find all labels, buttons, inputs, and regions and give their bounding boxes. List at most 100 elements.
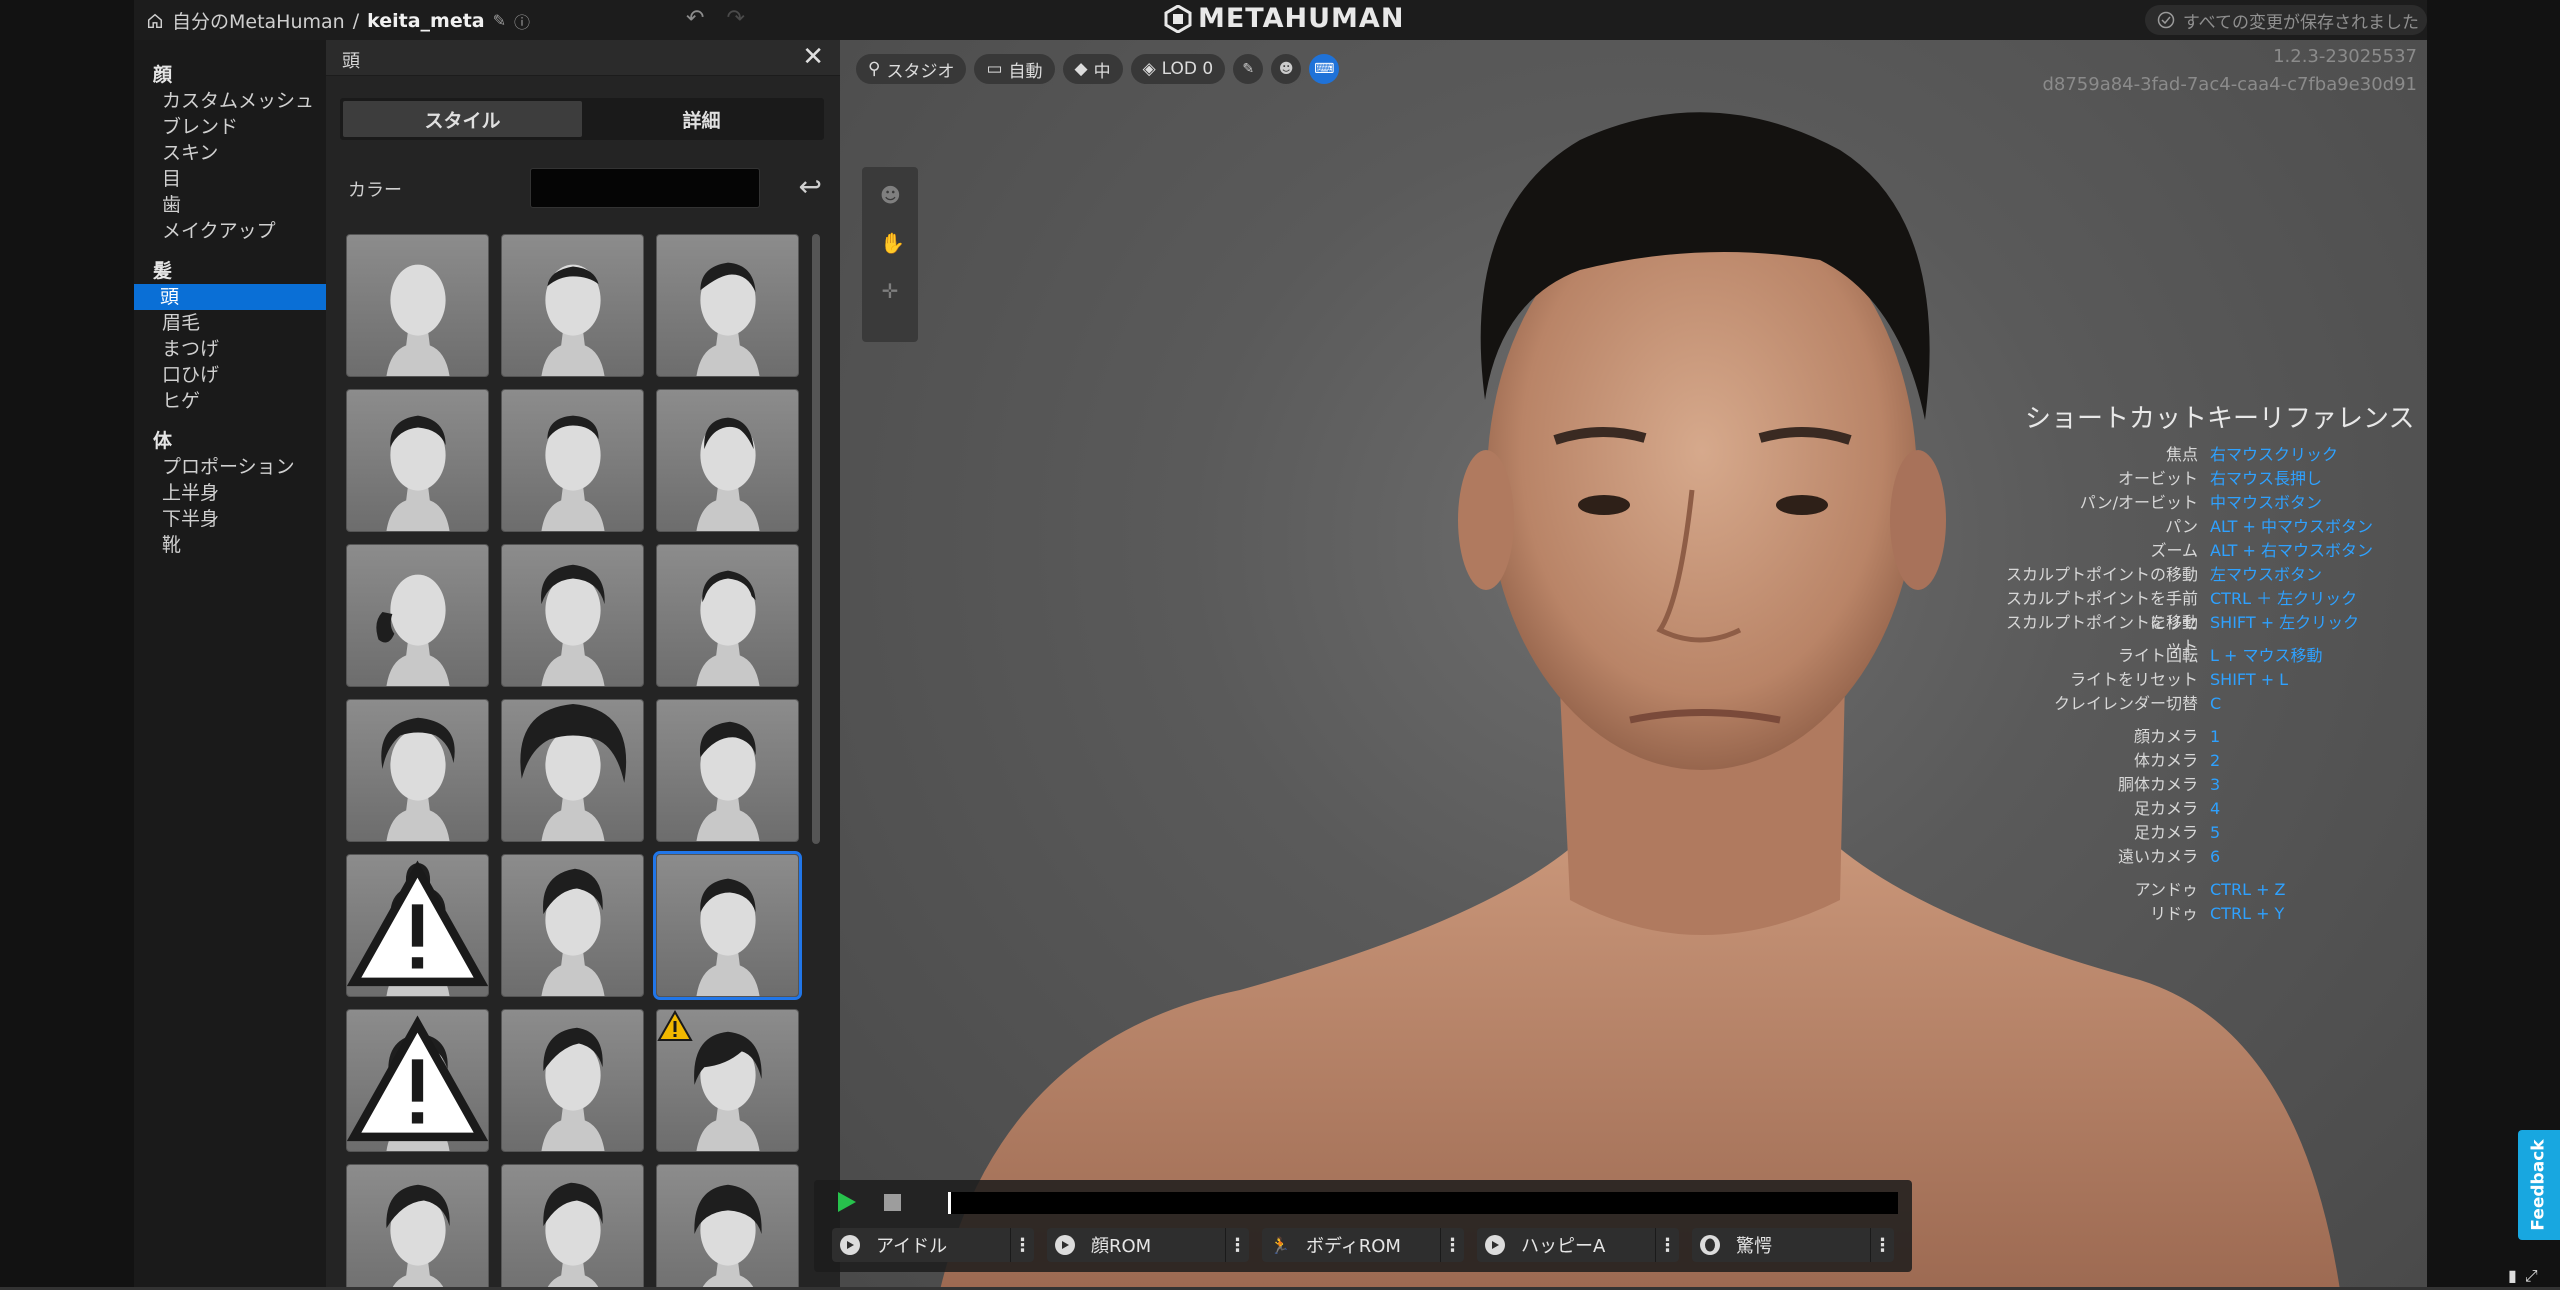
color-swatch[interactable] [530, 168, 760, 208]
close-icon[interactable]: ✕ [802, 42, 824, 72]
shortcut-key: L + マウス移動 [2210, 646, 2323, 665]
shortcut-action: パン [2165, 517, 2198, 536]
anim-button-surprise[interactable]: 驚愕 ⋮ [1692, 1228, 1894, 1262]
tab-details[interactable]: 詳細 [582, 101, 821, 137]
project-name: keita_meta [367, 9, 485, 32]
hair-style-tile[interactable] [346, 1009, 489, 1152]
breadcrumb-separator: / [352, 9, 360, 32]
quality-button[interactable]: ◆ 中 [1062, 54, 1123, 84]
hand-move-icon[interactable]: ✋ [880, 231, 905, 255]
environment-button[interactable]: ⚲ スタジオ [856, 54, 967, 84]
feedback-label: Feedback [2529, 1139, 2549, 1231]
more-vertical-icon[interactable]: ⋮ [1870, 1228, 1894, 1262]
hair-style-tile[interactable] [656, 1009, 799, 1152]
viewport[interactable]: ⚲ スタジオ ▭ 自動 ◆ 中 ◈ LOD 0 ✎ ☻ ⌨ 1.2.3-23025537… [840, 40, 2427, 1290]
stats-icon[interactable]: ▮ [2508, 1266, 2517, 1286]
reset-arrow-icon[interactable]: ↩ [799, 170, 822, 203]
hair-style-tile[interactable] [501, 234, 644, 377]
hair-style-tile[interactable] [346, 544, 489, 687]
breadcrumb-root[interactable]: 自分のMetaHuman [172, 7, 345, 34]
nav-item-beard[interactable]: ヒゲ [134, 388, 326, 414]
more-vertical-icon[interactable]: ⋮ [1225, 1228, 1249, 1262]
metahuman-logo: METAHUMAN [1164, 3, 1404, 34]
shortcut-action: ライト回転 [2117, 646, 2198, 665]
camera-button[interactable]: ▭ 自動 [974, 54, 1055, 84]
redo-icon[interactable]: ↷ [726, 6, 744, 31]
nav-item-eyebrows[interactable]: 眉毛 [134, 310, 326, 336]
nav-item-head-hair[interactable]: 頭 [134, 284, 326, 310]
lod-button[interactable]: ◈ LOD 0 [1130, 54, 1226, 84]
viewport-toolbar: ⚲ スタジオ ▭ 自動 ◆ 中 ◈ LOD 0 ✎ ☻ ⌨ [856, 54, 1340, 84]
anim-button-body-rom[interactable]: 🏃 ボディROM ⋮ [1262, 1228, 1464, 1262]
anim-button-happy-a[interactable]: ハッピーA ⋮ [1477, 1228, 1679, 1262]
anim-button-face-rom[interactable]: 顔ROM ⋮ [1047, 1228, 1249, 1262]
nav-item-eyes[interactable]: 目 [134, 166, 326, 192]
hair-style-tile[interactable] [656, 389, 799, 532]
shortcut-action: 体カメラ [2133, 751, 2198, 770]
hair-style-tile[interactable] [501, 854, 644, 997]
lod-label: LOD 0 [1161, 59, 1214, 79]
more-vertical-icon[interactable]: ⋮ [1440, 1228, 1464, 1262]
panel-tabs: スタイル 詳細 [340, 98, 824, 140]
hair-style-tile[interactable] [501, 699, 644, 842]
nav-item-proportions[interactable]: プロポーション [134, 454, 326, 480]
nav-item-blend[interactable]: ブレンド [134, 114, 326, 140]
hair-style-tile[interactable] [346, 1164, 489, 1290]
brush-icon[interactable]: ✎ [1233, 54, 1264, 84]
tab-style[interactable]: スタイル [343, 101, 582, 137]
shortcut-key: 3 [2210, 775, 2221, 794]
hair-style-thumbnail [386, 415, 450, 531]
animation-timeline[interactable] [948, 1192, 1898, 1214]
hair-style-tile[interactable] [501, 389, 644, 532]
nav-item-skin[interactable]: スキン [134, 140, 326, 166]
nav-item-lower-body[interactable]: 下半身 [134, 506, 326, 532]
anim-button-idle[interactable]: アイドル ⋮ [832, 1228, 1034, 1262]
more-vertical-icon[interactable]: ⋮ [1655, 1228, 1679, 1262]
nav-item-makeup[interactable]: メイクアップ [134, 218, 326, 244]
hair-style-thumbnail [694, 1184, 762, 1290]
pencil-icon[interactable]: ✎ [493, 11, 506, 30]
layers-icon: ◈ [1142, 59, 1156, 79]
stop-icon[interactable] [884, 1194, 901, 1211]
nav-item-teeth[interactable]: 歯 [134, 192, 326, 218]
hair-style-tile[interactable] [346, 699, 489, 842]
hair-style-tile[interactable] [346, 234, 489, 377]
hair-style-tile[interactable] [656, 234, 799, 377]
help-circle-icon[interactable]: ⓘ [514, 9, 530, 33]
shortcut-action: クレイレンダー切替 [2053, 694, 2198, 713]
shortcut-row: ズーム ALT + 右マウスボタン [1995, 539, 2427, 563]
shortcut-row: パン/オービット 中マウスボタン [1995, 491, 2427, 515]
play-icon[interactable] [838, 1192, 856, 1212]
nav-item-mustache[interactable]: 口ひげ [134, 362, 326, 388]
fullscreen-icon[interactable]: ⤢ [2525, 1266, 2538, 1286]
undo-icon[interactable]: ↶ [686, 6, 704, 31]
head-icon[interactable]: ☻ [1271, 54, 1302, 84]
nav-item-custom-mesh[interactable]: カスタムメッシュ [134, 88, 326, 114]
nav-section-body: 体 [153, 430, 173, 452]
face-select-icon[interactable]: ☻ [880, 183, 901, 207]
hair-style-tile[interactable] [346, 854, 489, 997]
hair-style-tile[interactable] [501, 1009, 644, 1152]
shortcut-action: リドゥ [2149, 904, 2198, 923]
hair-style-tile[interactable] [653, 851, 802, 1000]
play-circle-icon [840, 1235, 860, 1255]
diamond-icon: ◆ [1074, 59, 1088, 79]
shortcut-key: 右マウス長押し [2210, 469, 2323, 488]
hair-style-tile[interactable] [346, 389, 489, 532]
hair-style-tile[interactable] [501, 544, 644, 687]
camera-icon: ▭ [986, 59, 1003, 79]
move-arrows-icon[interactable]: ✛ [880, 279, 900, 303]
hair-style-tile[interactable] [501, 1164, 644, 1290]
warning-icon [347, 860, 488, 987]
nav-item-shoes[interactable]: 靴 [134, 532, 326, 558]
more-vertical-icon[interactable]: ⋮ [1010, 1228, 1034, 1262]
home-icon[interactable] [146, 12, 164, 30]
hair-style-tile[interactable] [656, 1164, 799, 1290]
hair-style-tile[interactable] [656, 544, 799, 687]
nav-item-upper-body[interactable]: 上半身 [134, 480, 326, 506]
nav-item-eyelashes[interactable]: まつげ [134, 336, 326, 362]
feedback-button[interactable]: Feedback [2518, 1130, 2560, 1240]
panel-scrollbar[interactable] [812, 234, 820, 844]
hair-style-tile[interactable] [656, 699, 799, 842]
keyboard-icon[interactable]: ⌨ [1309, 54, 1340, 84]
